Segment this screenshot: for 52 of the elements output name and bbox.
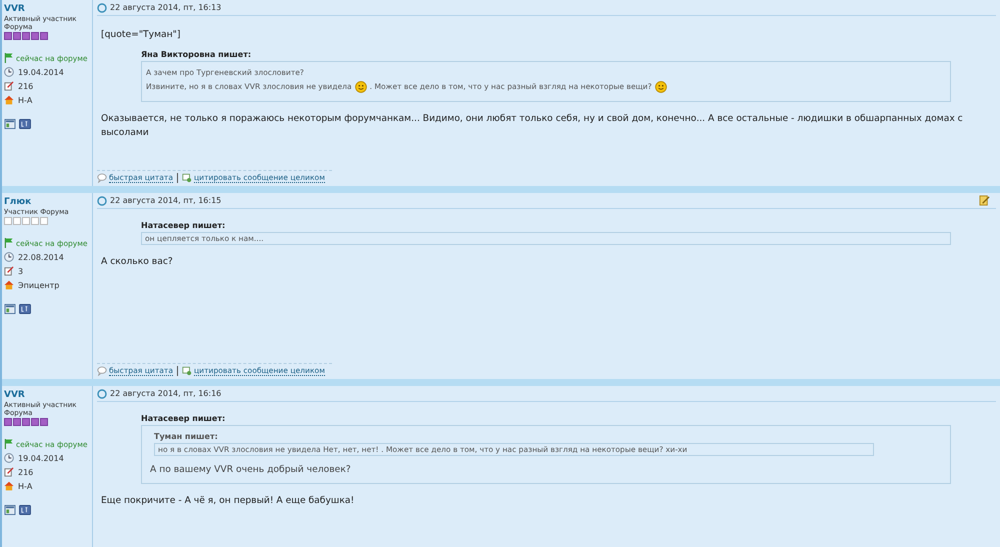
- post-date: 22 августа 2014, пт, 16:15: [110, 196, 222, 205]
- post-icon: [97, 196, 107, 206]
- home-icon: [4, 481, 14, 492]
- home-icon: [4, 95, 14, 106]
- quote-author: Туман пишет:: [154, 432, 219, 441]
- profile-icon[interactable]: [4, 505, 16, 516]
- message-text: А сколько вас?: [101, 255, 174, 269]
- message-text: Еще покричите - А чё я, он первый! А еще бабушка!: [101, 494, 356, 508]
- profile-icon[interactable]: [4, 119, 16, 130]
- post-icon: [97, 2, 107, 12]
- join-date: 19.04.2014: [18, 68, 64, 77]
- quote-icon: [182, 173, 192, 183]
- smiley-icon: [354, 80, 367, 93]
- username-link[interactable]: VVR: [4, 4, 92, 14]
- post-count: 216: [18, 468, 34, 477]
- post-count: 216: [18, 82, 34, 91]
- flag-icon: [4, 439, 14, 450]
- note-icon: [4, 81, 14, 92]
- clock-icon: [4, 67, 14, 78]
- username-link[interactable]: Глюк: [4, 197, 92, 207]
- message-icon[interactable]: [19, 304, 31, 314]
- post-count: 3: [18, 266, 24, 276]
- user-location: Эпицентр: [18, 280, 60, 290]
- message-text: А по вашему VVR очень добрый человек?: [150, 464, 352, 475]
- username-link[interactable]: VVR: [4, 390, 92, 400]
- flag-icon: [4, 53, 14, 64]
- message-icon[interactable]: [19, 119, 31, 130]
- profile-icon[interactable]: [4, 304, 16, 314]
- join-date: 22.08.2014: [18, 252, 64, 262]
- speech-bubble-icon: [97, 173, 107, 183]
- post-date: 22 августа 2014, пт, 16:13: [110, 3, 222, 12]
- note-icon: [4, 467, 14, 478]
- message-text: Оказывается, не только я поражаюсь некоторым форумчанкам... Видимо, они любят только себя, ну и свой дом, конечно... А все остальные - людишки в обшарпанных домах с высолами: [101, 112, 964, 140]
- quote-author: Натасевер пишет:: [141, 414, 226, 423]
- edit-icon[interactable]: [979, 195, 990, 206]
- user-location: Н-А: [18, 96, 32, 105]
- join-date: 19.04.2014: [18, 454, 64, 463]
- clock-icon: [4, 252, 14, 262]
- post-date: 22 августа 2014, пт, 16:16: [110, 389, 222, 398]
- message-text: [quote="Туман"]: [101, 28, 182, 42]
- flag-icon: [4, 238, 14, 248]
- note-icon: [4, 266, 14, 276]
- message-icon[interactable]: [19, 505, 31, 516]
- post-icon: [97, 388, 107, 398]
- speech-bubble-icon: [97, 366, 107, 376]
- quote-author: Натасевер пишет:: [141, 221, 226, 230]
- quote-icon: [182, 366, 192, 376]
- user-location: Н-А: [18, 482, 32, 491]
- home-icon: [4, 280, 14, 290]
- smiley-icon: [654, 80, 667, 93]
- quote-author: Яна Викторовна пишет:: [141, 50, 252, 59]
- clock-icon: [4, 453, 14, 464]
